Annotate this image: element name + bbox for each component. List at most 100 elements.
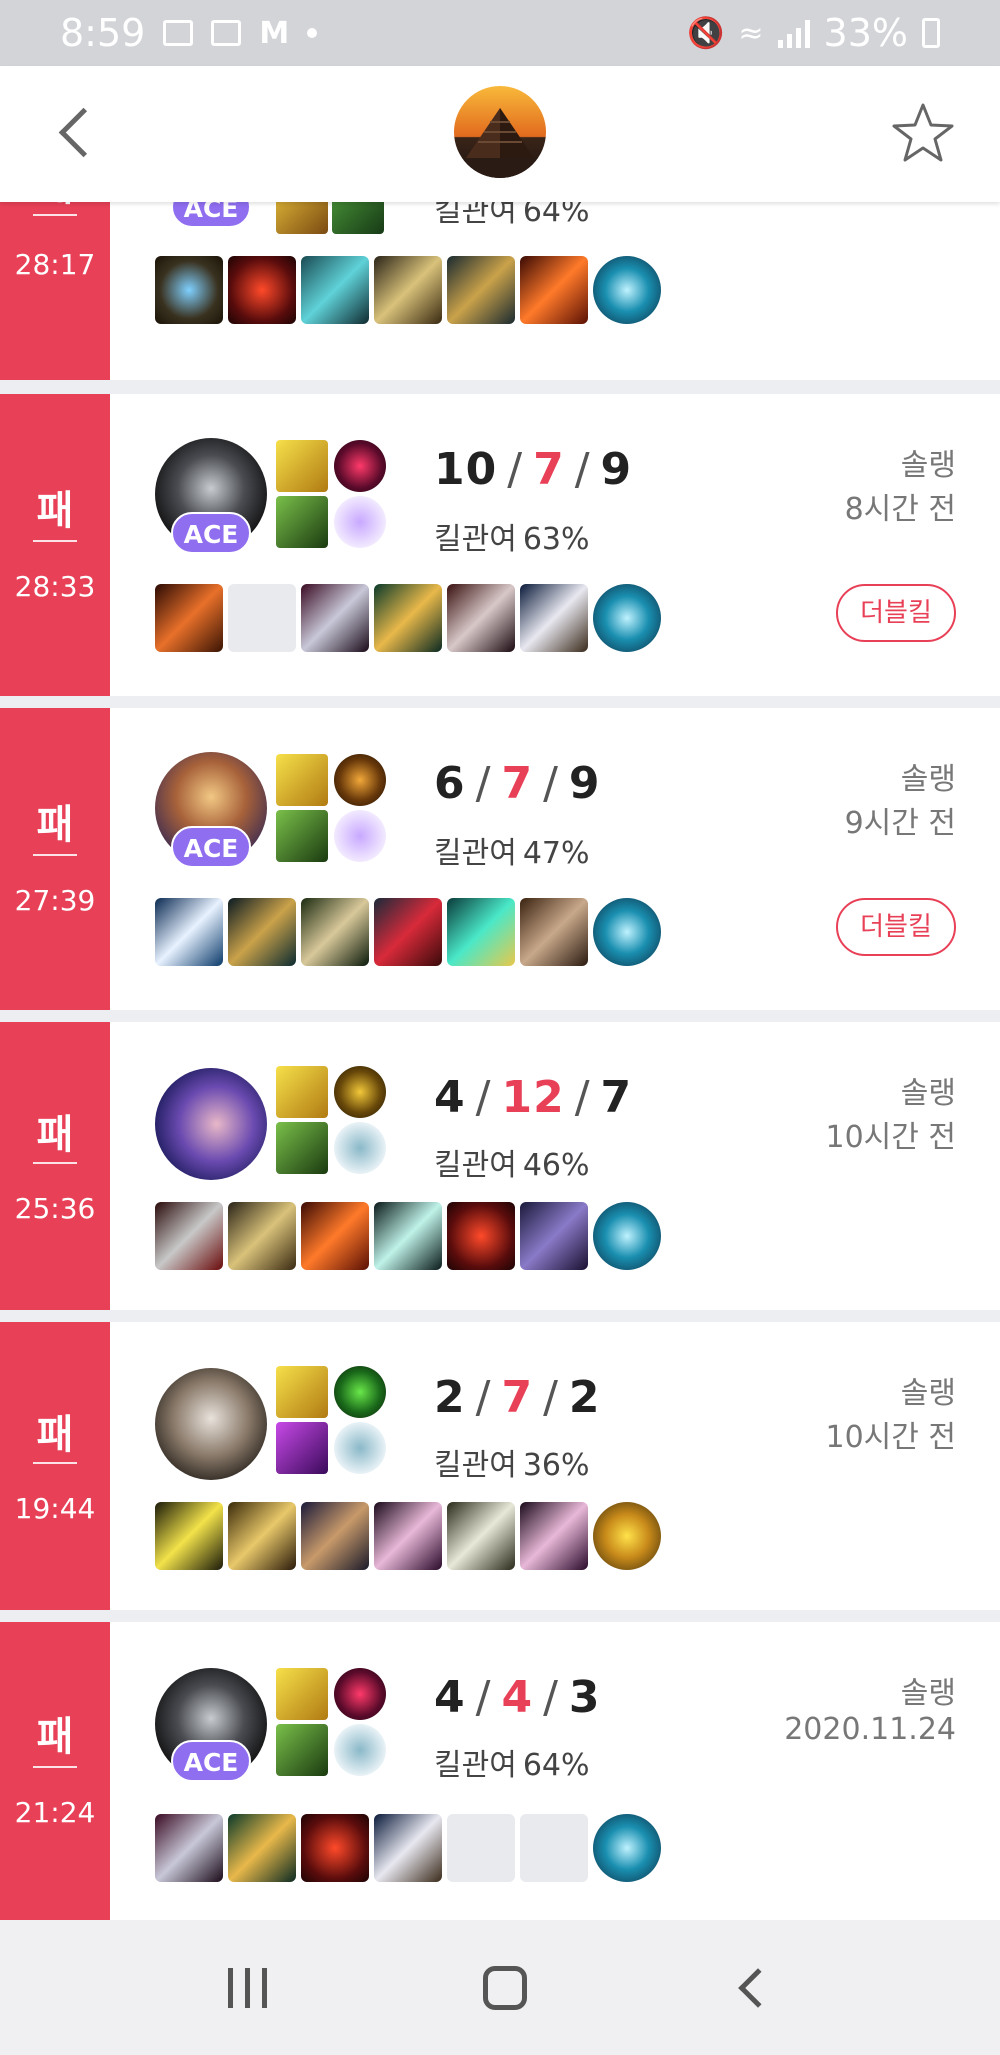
oracle-lens-icon (593, 1502, 661, 1570)
back-button[interactable] (48, 102, 108, 162)
flash-spell-icon (276, 1066, 328, 1118)
deaths: 7 (501, 1372, 534, 1423)
result-divider (33, 854, 77, 856)
game-duration: 28:33 (14, 570, 96, 603)
item-icon (447, 898, 515, 966)
result-divider (33, 1462, 77, 1464)
assists: 9 (600, 444, 633, 495)
deaths: 4 (501, 1672, 534, 1723)
kill-participation: 킬관여 63% (434, 514, 590, 558)
ward-icon (593, 898, 661, 966)
kills: 4 (434, 1072, 466, 1123)
queue-type: 솔랭 (900, 1676, 956, 1711)
item-build (155, 584, 661, 652)
kill-participation-label: 킬관여 (434, 1748, 517, 1783)
status-time: 8:59 (60, 11, 146, 55)
item-build (155, 898, 661, 966)
kill-participation-value: 64% (522, 1748, 590, 1783)
game-duration: 25:36 (14, 1192, 96, 1225)
signal-icon (777, 18, 810, 48)
multikill-badge: 더블킬 (836, 898, 956, 956)
kda: 4/4/3 (434, 1672, 601, 1723)
mute-icon: 🔇 (687, 15, 725, 51)
item-icon (447, 1202, 515, 1270)
result-column: 패 21:24 (0, 1622, 110, 1920)
game-duration: 28:17 (14, 248, 96, 281)
item-icon (447, 584, 515, 652)
item-icon (301, 1814, 369, 1882)
queue-type: 솔랭 (900, 1376, 956, 1411)
match-card[interactable]: 패 28:33 ACE 10/7/9 킬관여 63% 솔랭 8시간 전 더블킬 (0, 394, 1000, 696)
kills: 10 (434, 444, 498, 495)
kill-participation-value: 46% (522, 1148, 590, 1183)
rune-icon (334, 1366, 386, 1418)
ward-icon (593, 1202, 661, 1270)
item-icon (228, 898, 296, 966)
kill-participation-value: 47% (522, 836, 590, 871)
item-boots-icon (301, 1502, 369, 1570)
result-divider (33, 1766, 77, 1768)
kill-participation-label: 킬관여 (434, 1448, 517, 1483)
ghost-spell-icon (276, 496, 328, 548)
flash-spell-icon (276, 440, 328, 492)
ghost-spell-icon (276, 810, 328, 862)
kda: 2/7/2 (434, 1372, 601, 1423)
battery-icon (922, 18, 940, 48)
item-icon (155, 584, 223, 652)
match-card[interactable]: 패 21:24 ACE 4/4/3 킬관여 64% 솔랭 2020.11.24 (0, 1622, 1000, 1920)
item-icon (374, 584, 442, 652)
system-back-button[interactable] (738, 1967, 778, 2008)
ghost-spell-icon (276, 1724, 328, 1776)
ace-badge: ACE (171, 512, 251, 554)
favorite-star-icon[interactable] (890, 100, 956, 166)
match-card[interactable]: 패 25:36 4/12/7 킬관여 46% 솔랭 10시간 전 (0, 1022, 1000, 1310)
queue-type: 솔랭 (900, 448, 956, 483)
rune-icon (334, 1066, 386, 1118)
item-icon (155, 898, 223, 966)
match-card[interactable]: 패 19:44 2/7/2 킬관여 36% 솔랭 10시간 전 (0, 1322, 1000, 1610)
result-divider (33, 540, 77, 542)
item-stopwatch-icon (155, 256, 223, 324)
empty-item-slot (228, 584, 296, 652)
ace-badge: ACE (171, 826, 251, 868)
flash-spell-icon (276, 1366, 328, 1418)
meeting-icon (211, 20, 242, 46)
secondary-rune-icon (334, 1422, 386, 1474)
kill-participation: 킬관여 46% (434, 1140, 590, 1184)
item-build (155, 1502, 661, 1570)
time-ago: 8시간 전 (844, 492, 956, 527)
status-bar: 8:59 M 🔇 ≈ 33% (0, 0, 1000, 66)
item-boots-icon (374, 256, 442, 324)
result-divider (33, 214, 77, 216)
gallery-icon (163, 20, 194, 46)
wifi-icon: ≈ (738, 15, 764, 51)
item-icon (374, 1202, 442, 1270)
result-divider (33, 1162, 77, 1164)
item-icon (447, 256, 515, 324)
deaths: 12 (501, 1072, 565, 1123)
item-icon (520, 256, 588, 324)
item-icon (374, 1502, 442, 1570)
result-label: 패 (36, 488, 74, 534)
time-ago: 10시간 전 (825, 1120, 956, 1155)
battery-percent: 33% (823, 11, 908, 55)
recent-apps-button[interactable] (228, 1967, 268, 2008)
time-ago: 10시간 전 (825, 1420, 956, 1455)
item-icon (228, 1814, 296, 1882)
ignite-spell-icon (276, 1422, 328, 1474)
kill-participation-value: 63% (522, 522, 590, 557)
queue-type: 솔랭 (900, 1076, 956, 1111)
rune-icon (334, 440, 386, 492)
item-icon (520, 584, 588, 652)
game-duration: 19:44 (14, 1492, 96, 1525)
item-icon (301, 256, 369, 324)
time-ago: 9시간 전 (844, 806, 956, 841)
kills: 6 (434, 758, 466, 809)
home-button[interactable] (483, 1965, 528, 2010)
kill-participation-label: 킬관여 (434, 836, 517, 871)
match-card[interactable]: 패 27:39 ACE 6/7/9 킬관여 47% 솔랭 9시간 전 더블킬 (0, 708, 1000, 1010)
queue-type: 솔랭 (900, 762, 956, 797)
item-icon (155, 1502, 223, 1570)
result-column: 패 19:44 (0, 1322, 110, 1610)
kda: 6/7/9 (434, 758, 601, 809)
